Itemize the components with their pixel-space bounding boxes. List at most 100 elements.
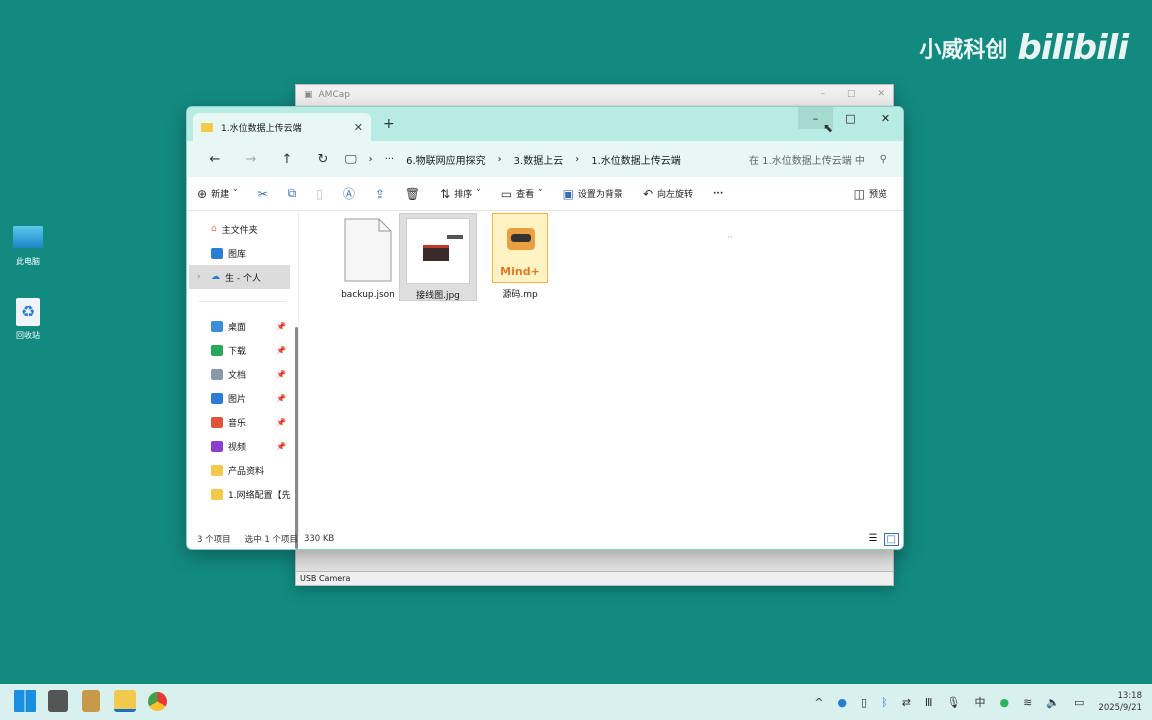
more-button[interactable]: ··· bbox=[713, 189, 723, 199]
sidebar-item-label: 1.网络配置【先 bbox=[228, 490, 291, 501]
battery-icon[interactable]: ▭ bbox=[1074, 696, 1084, 709]
microphone-icon[interactable]: 🎙 bbox=[947, 696, 961, 709]
set-background-button[interactable]: ▣ 设置为背景 bbox=[563, 187, 623, 201]
recycle-bin-icon: ♻ bbox=[16, 298, 40, 326]
file-item[interactable]: backup.json bbox=[329, 213, 407, 301]
gallery-icon bbox=[211, 247, 223, 259]
computer-icon[interactable]: 🖵 bbox=[345, 152, 357, 167]
document-file-icon bbox=[344, 218, 392, 282]
desktop-icon-this-pc[interactable]: 此电脑 bbox=[6, 226, 50, 267]
audio-levels-icon[interactable]: Ⅲ bbox=[925, 696, 933, 709]
sort-button[interactable]: ⇅ 排序 ˅ bbox=[440, 187, 481, 201]
app-tray-icon[interactable]: ● bbox=[999, 696, 1009, 709]
sidebar-item-quick-access[interactable]: 1.网络配置【先 bbox=[187, 482, 298, 506]
sidebar-item-onedrive[interactable]: › ☁ 生 - 个人 bbox=[189, 265, 290, 289]
preview-button[interactable]: ◫ 预览 bbox=[854, 187, 887, 201]
chevron-right-icon[interactable]: › bbox=[197, 272, 201, 282]
pin-icon[interactable]: 📌 bbox=[276, 346, 286, 355]
copy-button[interactable]: ⧉ bbox=[288, 186, 297, 201]
rename-button[interactable]: Ⓐ bbox=[343, 185, 355, 202]
clock[interactable]: 13:18 2025/9/21 bbox=[1098, 690, 1142, 714]
sidebar-item-quick-access[interactable]: 桌面 📌 bbox=[187, 314, 298, 338]
close-button[interactable]: ✕ bbox=[868, 107, 903, 129]
view-button[interactable]: ▭ 查看 ˅ bbox=[501, 187, 543, 201]
folder-icon bbox=[211, 488, 223, 500]
sidebar-item-quick-access[interactable]: 图片 📌 bbox=[187, 386, 298, 410]
up-icon[interactable]: ↑ bbox=[269, 152, 305, 167]
file-explorer-taskbar-icon[interactable] bbox=[114, 690, 136, 712]
new-tab-button[interactable]: + bbox=[383, 116, 395, 132]
scissors-icon: ✂ bbox=[257, 186, 268, 201]
sidebar-item-label: 主文件夹 bbox=[221, 225, 258, 236]
refresh-icon[interactable]: ↻ bbox=[305, 152, 341, 167]
rename-icon: Ⓐ bbox=[342, 187, 355, 201]
breadcrumb-item[interactable]: 1.水位数据上传云端 bbox=[591, 152, 681, 167]
close-button[interactable]: ✕ bbox=[877, 89, 885, 99]
file-name: 源码.mp bbox=[502, 290, 538, 300]
desktop-icon-label: 此电脑 bbox=[16, 257, 40, 266]
folder-icon bbox=[211, 464, 223, 476]
pin-icon[interactable]: 📌 bbox=[276, 370, 286, 379]
sidebar-item-quick-access[interactable]: 下载 📌 bbox=[187, 338, 298, 362]
share-button[interactable]: ⇪ bbox=[375, 187, 385, 201]
start-icon[interactable] bbox=[14, 690, 36, 712]
rotate-left-label: 向左旋转 bbox=[657, 190, 694, 200]
breadcrumb-item[interactable]: 6.物联网应用探究 bbox=[406, 152, 486, 167]
amcap-taskbar-icon[interactable] bbox=[48, 690, 68, 712]
paste-button[interactable]: ▯ bbox=[316, 187, 323, 201]
search-input[interactable]: 在 1.水位数据上传云端 中搜索 ⚲ bbox=[743, 146, 893, 172]
divider bbox=[199, 301, 286, 302]
maximize-button[interactable]: □ bbox=[833, 107, 868, 129]
item-count: 3 个项目 bbox=[197, 535, 231, 545]
pin-icon[interactable]: 📌 bbox=[276, 418, 286, 427]
desktop-icon-recycle-bin[interactable]: ♻ 回收站 bbox=[6, 298, 50, 341]
wifi-icon[interactable]: ≋ bbox=[1023, 696, 1032, 709]
pin-icon[interactable]: 📌 bbox=[276, 322, 286, 331]
settings-sliders-icon[interactable]: ⇄ bbox=[902, 696, 911, 709]
chevron-up-icon[interactable]: ^ bbox=[814, 696, 823, 709]
scrollbar[interactable] bbox=[295, 327, 298, 549]
bluetooth-icon[interactable]: ᛒ bbox=[881, 696, 888, 709]
time: 13:18 bbox=[1117, 691, 1143, 701]
input-method-indicator[interactable]: 中 bbox=[974, 694, 985, 710]
sidebar-item-quick-access[interactable]: 音乐 📌 bbox=[187, 410, 298, 434]
pin-icon[interactable]: 📌 bbox=[276, 394, 286, 403]
navigation-pane: ⌂ 主文件夹 图库 › ☁ 生 - 个人 桌面 📌 下载 📌 文档 📌 图片 📌 音乐 📌 视频 📌 产品资料… bbox=[187, 211, 299, 549]
tab-current-folder[interactable]: 1.水位数据上传云端 ✕ bbox=[193, 113, 371, 141]
trash-icon: 🗑 bbox=[404, 186, 421, 201]
set-background-label: 设置为背景 bbox=[577, 190, 623, 200]
volume-icon[interactable]: 🔈 bbox=[1046, 696, 1060, 709]
forward-icon[interactable]: → bbox=[233, 152, 269, 167]
new-button[interactable]: ⊕ 新建 ˅ bbox=[197, 187, 238, 201]
breadcrumb-item[interactable]: 3.数据上云 bbox=[514, 152, 564, 167]
sidebar-item-quick-access[interactable]: 文档 📌 bbox=[187, 362, 298, 386]
sidebar-item-label: 下载 bbox=[228, 346, 247, 357]
usb-icon[interactable]: ▯ bbox=[861, 696, 867, 709]
details-view-icon[interactable]: ☰ bbox=[869, 533, 878, 546]
minimize-button[interactable]: – bbox=[820, 89, 825, 99]
chevron-right-icon: › bbox=[368, 153, 373, 165]
pin-icon[interactable]: 📌 bbox=[276, 442, 286, 451]
sidebar-item-gallery[interactable]: 图库 bbox=[187, 241, 298, 265]
library-icon bbox=[211, 440, 223, 452]
chrome-taskbar-icon[interactable] bbox=[148, 692, 167, 711]
close-tab-icon[interactable]: ✕ bbox=[354, 121, 363, 134]
maximize-button[interactable]: □ bbox=[847, 89, 856, 99]
large-icons-view-icon[interactable]: □ bbox=[883, 533, 899, 546]
network-globe-icon[interactable]: ● bbox=[837, 696, 847, 709]
back-icon[interactable]: ← bbox=[197, 152, 233, 167]
sidebar-item-label: 生 - 个人 bbox=[225, 273, 261, 284]
breadcrumb-more[interactable]: ··· bbox=[385, 154, 395, 165]
sidebar-item-quick-access[interactable]: 产品资料 bbox=[187, 458, 298, 482]
cut-button[interactable]: ✂ bbox=[258, 187, 268, 201]
status-bar: 3 个项目 选中 1 个项目 330 KB bbox=[187, 529, 903, 549]
file-name: backup.json bbox=[341, 290, 395, 300]
rotate-left-button[interactable]: ↶ 向左旋转 bbox=[643, 187, 693, 201]
file-item-selected[interactable]: 接线图.jpg bbox=[399, 213, 477, 301]
sidebar-item-quick-access[interactable]: 视频 📌 bbox=[187, 434, 298, 458]
camera-icon: ▣ bbox=[304, 90, 313, 100]
file-item[interactable]: Mind+ 源码.mp bbox=[481, 213, 559, 301]
sidebar-item-home[interactable]: ⌂ 主文件夹 bbox=[187, 217, 298, 241]
delete-button[interactable]: 🗑 bbox=[405, 187, 420, 201]
mindplus-taskbar-icon[interactable] bbox=[82, 690, 100, 712]
